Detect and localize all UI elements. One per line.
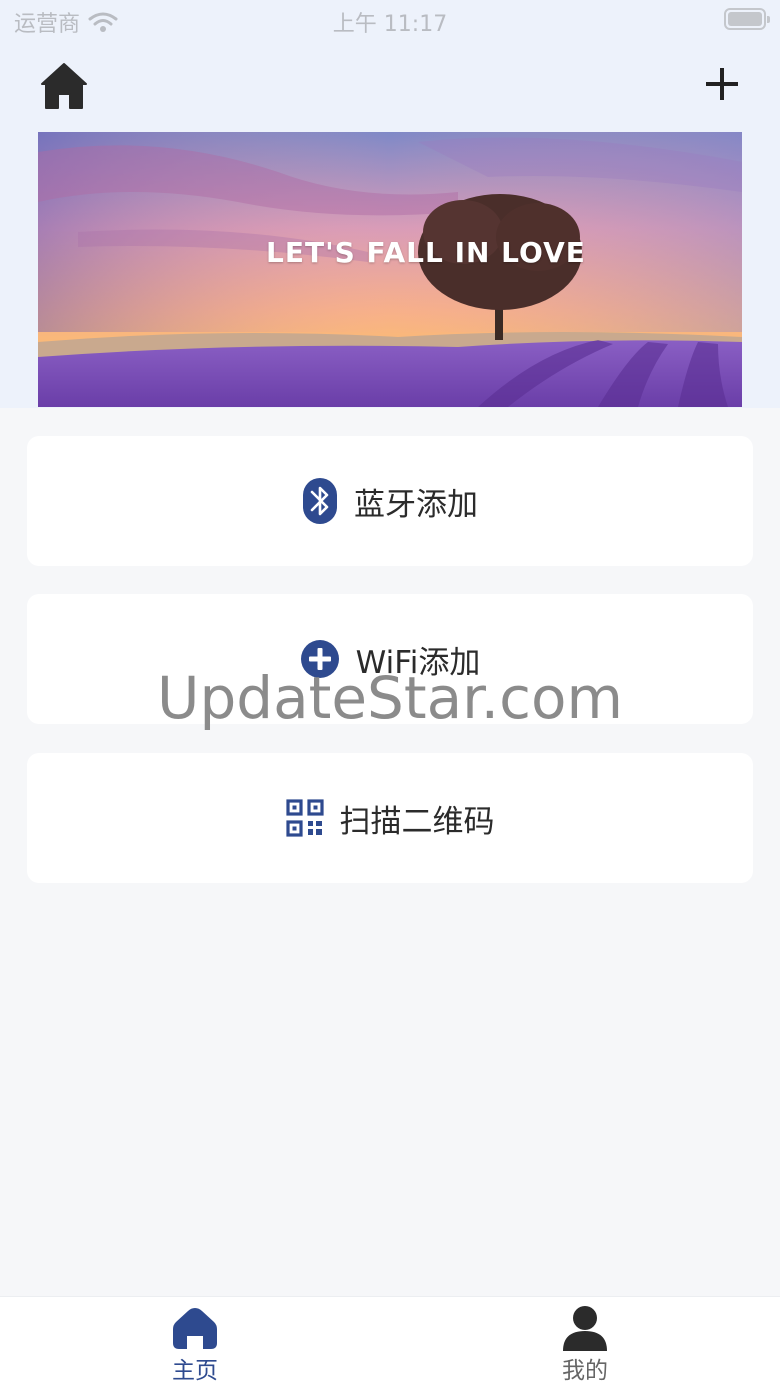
tab-bar: 主页 我的 xyxy=(0,1296,780,1387)
qr-code-icon xyxy=(285,799,324,837)
banner-image: LET'S FALL IN LOVE xyxy=(38,132,742,407)
plus-icon xyxy=(706,68,738,100)
status-bar: 运营商 上午 11:17 xyxy=(0,0,780,40)
card-label: 扫描二维码 xyxy=(339,803,495,840)
banner-title: LET'S FALL IN LOVE xyxy=(266,236,586,269)
home-icon xyxy=(41,63,87,109)
scan-qr-card[interactable]: 扫描二维码 xyxy=(27,753,753,883)
status-time: 上午 11:17 xyxy=(332,12,448,37)
home-button[interactable] xyxy=(38,60,90,112)
plus-circle-icon xyxy=(300,640,339,678)
tab-profile[interactable]: 我的 xyxy=(390,1297,780,1387)
tab-home[interactable]: 主页 xyxy=(0,1297,390,1387)
card-label: WiFi添加 xyxy=(355,644,481,681)
lavender-field-illustration xyxy=(38,132,742,407)
home-icon xyxy=(173,1308,217,1349)
bluetooth-add-card[interactable]: 蓝牙添加 xyxy=(27,436,753,566)
add-button[interactable] xyxy=(702,62,742,106)
user-icon xyxy=(563,1306,607,1351)
tab-label: 主页 xyxy=(172,1358,218,1384)
tab-label: 我的 xyxy=(562,1358,608,1384)
battery-icon xyxy=(724,8,770,30)
bluetooth-icon xyxy=(303,478,337,524)
header-area: 运营商 上午 11:17 LET'S FALL IN LOVE xyxy=(0,0,780,408)
wifi-add-card[interactable]: WiFi添加 xyxy=(27,594,753,724)
card-label: 蓝牙添加 xyxy=(354,486,478,523)
